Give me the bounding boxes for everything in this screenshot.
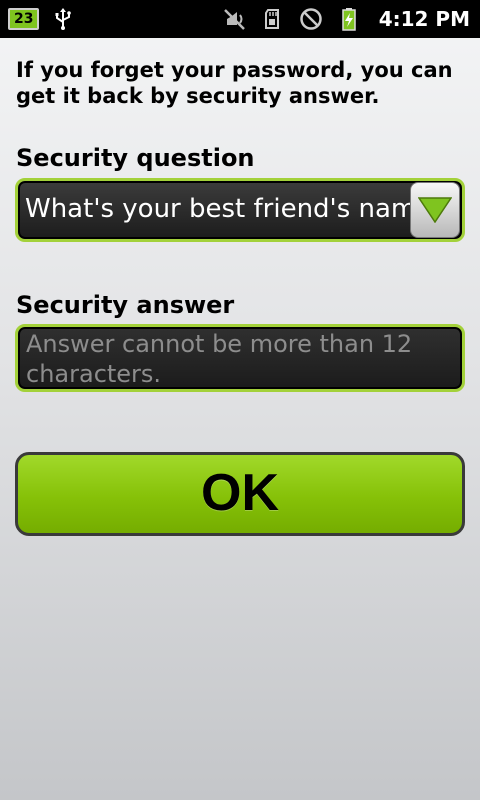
security-answer-label: Security answer [16,291,235,319]
status-bar: 23 4:12 PM [0,0,480,38]
security-question-label: Security question [16,144,255,172]
security-question-selected: What's your best friend's name? [25,194,447,224]
dropdown-button[interactable] [410,182,460,238]
security-question-spinner[interactable]: What's your best friend's name? [15,178,465,242]
battery-charging-icon [337,7,361,31]
triangle-down-icon [418,197,452,223]
usb-icon [51,7,75,31]
security-answer-input[interactable] [15,324,465,392]
no-signal-icon [299,7,323,31]
intro-text: If you forget your password, you can get… [16,58,453,108]
intro-section: If you forget your password, you can get… [16,57,464,109]
sd-card-icon [261,7,285,31]
status-clock: 4:12 PM [378,7,470,31]
vibrate-off-icon [223,7,247,31]
status-bar-left: 23 [8,0,75,38]
notification-count-badge[interactable]: 23 [8,8,40,30]
status-bar-right: 4:12 PM [209,0,470,38]
ok-button[interactable]: OK [15,452,465,536]
